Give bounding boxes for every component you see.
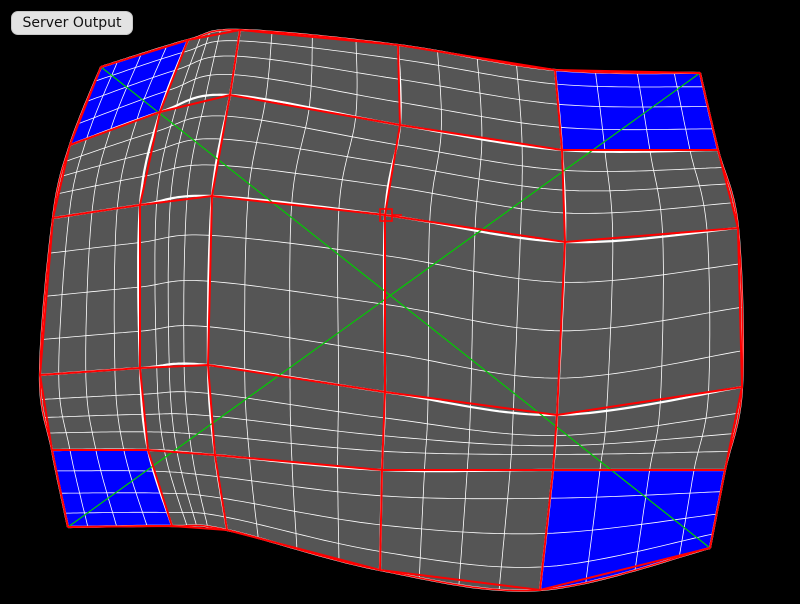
grid-cell [137,195,213,369]
server-output-button[interactable]: Server Output [11,11,133,35]
warp-grid[interactable] [0,0,800,600]
warp-canvas[interactable] [0,0,800,600]
grid-fill [39,29,744,591]
grid-cell [556,227,744,416]
grid-cell [39,367,149,451]
grid-cell [214,454,383,571]
grid-cell [561,149,739,243]
grid-cell [139,363,216,456]
corner-cell [554,69,719,153]
